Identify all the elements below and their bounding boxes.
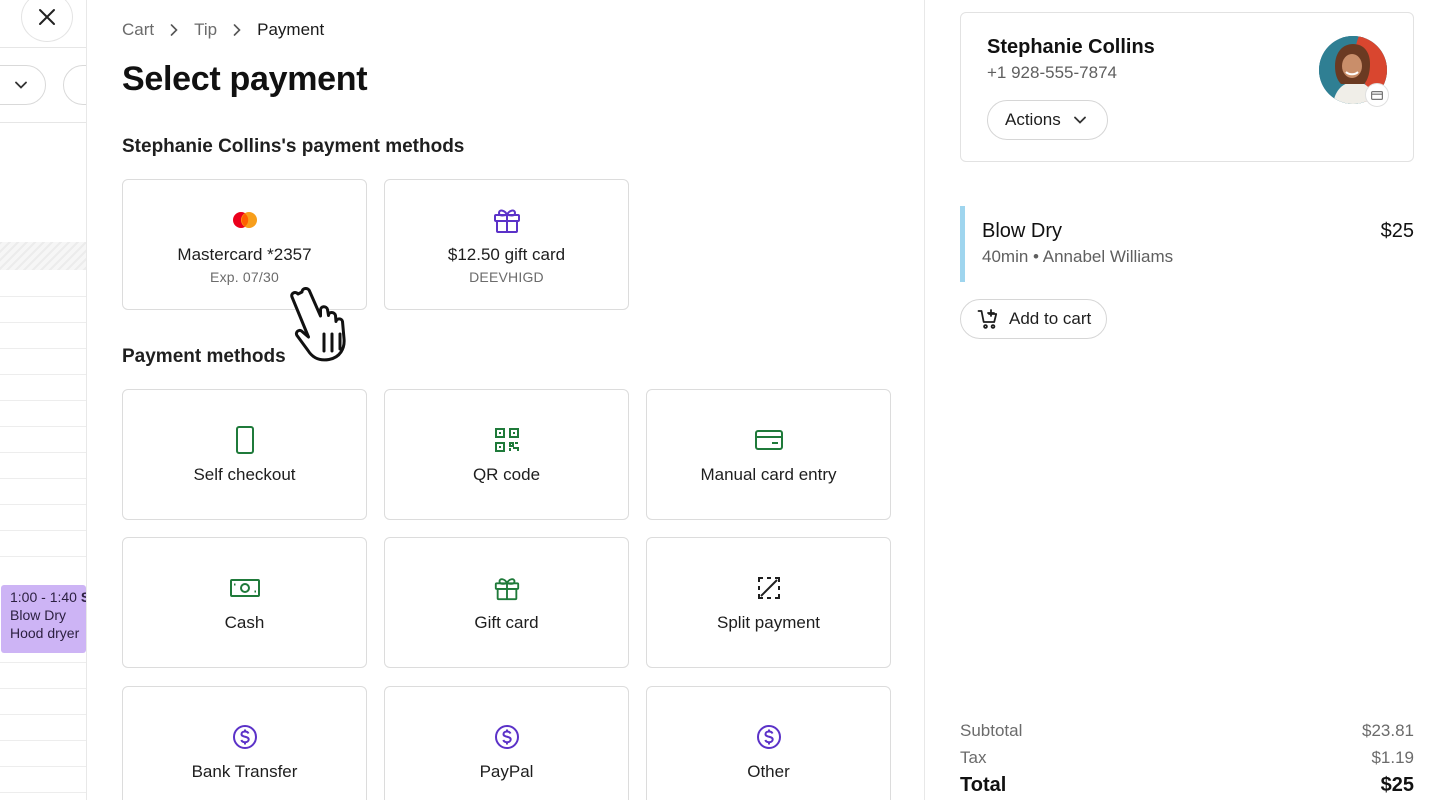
dollar-circle-icon xyxy=(231,721,259,753)
gift-icon xyxy=(493,572,521,604)
grid-line xyxy=(0,400,86,401)
manual-card-entry-option[interactable]: Manual card entry xyxy=(646,389,891,520)
actions-label: Actions xyxy=(1005,110,1061,129)
unavailable-time-block xyxy=(0,242,86,270)
other-option[interactable]: Other xyxy=(646,686,891,800)
grid-line xyxy=(0,426,86,427)
grid-line xyxy=(0,504,86,505)
card-on-file-icon xyxy=(1365,83,1389,107)
dollar-circle-icon xyxy=(493,721,521,753)
option-label: Bank Transfer xyxy=(191,762,298,781)
breadcrumb: Cart Tip Payment xyxy=(122,20,324,40)
total-row: Total $25 xyxy=(960,774,1414,797)
option-label: Manual card entry xyxy=(700,465,837,484)
total-value: $25 xyxy=(1380,774,1414,796)
dollar-circle-icon xyxy=(755,721,783,753)
qr-code-option[interactable]: QR code xyxy=(384,389,629,520)
option-label: Other xyxy=(747,762,790,781)
grid-line xyxy=(0,452,86,453)
grid-line xyxy=(0,662,86,663)
card-expiry: Exp. 07/30 xyxy=(210,269,279,285)
phone-icon xyxy=(235,424,255,456)
split-payment-icon xyxy=(756,572,782,604)
cart-item-meta: 40min • Annabel Williams xyxy=(982,247,1174,266)
paypal-option[interactable]: PayPal xyxy=(384,686,629,800)
saved-methods-title: Stephanie Collins's payment methods xyxy=(122,136,465,157)
grid-line xyxy=(0,792,86,793)
checkout-sidebar: Stephanie Collins +1 928-555-7874 Action… xyxy=(924,0,1440,800)
chevron-down-icon xyxy=(1073,116,1086,124)
divider xyxy=(0,47,86,48)
grid-line xyxy=(0,740,86,741)
grid-line xyxy=(0,530,86,531)
option-label: Gift card xyxy=(474,613,539,632)
cart-item-name: Blow Dry xyxy=(982,220,1063,242)
actions-dropdown-button[interactable]: Actions xyxy=(987,100,1108,140)
add-to-cart-button[interactable]: Add to cart xyxy=(960,299,1107,339)
grid-line xyxy=(0,478,86,479)
option-label: Self checkout xyxy=(193,465,296,484)
tax-value: $1.19 xyxy=(1371,748,1414,767)
add-cart-icon xyxy=(977,308,999,330)
chevron-right-icon xyxy=(170,24,178,36)
breadcrumb-tip[interactable]: Tip xyxy=(194,20,217,40)
qr-code-icon xyxy=(494,424,520,456)
tax-row: Tax $1.19 xyxy=(960,748,1414,768)
grid-line xyxy=(0,766,86,767)
payment-panel: Cart Tip Payment Select payment Stephani… xyxy=(86,0,924,800)
grid-line xyxy=(0,556,86,557)
option-label: Split payment xyxy=(717,613,820,632)
grid-line xyxy=(0,688,86,689)
gift-card-option[interactable]: Gift card xyxy=(384,537,629,668)
gift-icon xyxy=(492,204,522,236)
mastercard-icon xyxy=(231,204,259,236)
grid-line xyxy=(0,322,86,323)
grid-line xyxy=(0,348,86,349)
credit-card-icon xyxy=(754,424,784,456)
chevron-right-icon xyxy=(233,24,241,36)
chevron-down-icon xyxy=(15,81,27,89)
client-phone: +1 928-555-7874 xyxy=(987,63,1117,82)
cart-item-price: $25 xyxy=(1380,220,1414,242)
close-button[interactable] xyxy=(21,0,73,42)
grid-line xyxy=(0,714,86,715)
saved-gift-card[interactable]: $12.50 gift card DEEVHIGD xyxy=(384,179,629,310)
event-service: Blow Dry xyxy=(10,607,67,623)
gift-card-code: DEEVHIGD xyxy=(469,269,544,285)
close-icon xyxy=(39,9,55,25)
calendar-filter-button[interactable] xyxy=(63,65,86,105)
subtotal-row: Subtotal $23.81 xyxy=(960,721,1414,741)
client-card: Stephanie Collins +1 928-555-7874 Action… xyxy=(960,12,1414,162)
bank-transfer-option[interactable]: Bank Transfer xyxy=(122,686,367,800)
breadcrumb-payment: Payment xyxy=(257,20,325,39)
add-to-cart-label: Add to cart xyxy=(1009,309,1092,328)
calendar-event[interactable]: 1:00 - 1:40 S Blow Dry Hood dryer xyxy=(1,585,86,653)
option-label: PayPal xyxy=(479,762,534,781)
grid-line xyxy=(0,296,86,297)
grid-line xyxy=(0,374,86,375)
subtotal-label: Subtotal xyxy=(960,721,1023,740)
cart-item[interactable]: Blow Dry 40min • Annabel Williams $25 xyxy=(960,206,1414,282)
self-checkout-option[interactable]: Self checkout xyxy=(122,389,367,520)
background-calendar: 1:00 - 1:40 S Blow Dry Hood dryer xyxy=(0,0,86,800)
option-label: QR code xyxy=(472,465,541,484)
breadcrumb-cart[interactable]: Cart xyxy=(122,20,154,40)
payment-methods-title: Payment methods xyxy=(122,346,286,367)
split-payment-option[interactable]: Split payment xyxy=(646,537,891,668)
divider xyxy=(0,122,86,123)
gift-card-label: $12.50 gift card xyxy=(447,245,566,264)
client-name[interactable]: Stephanie Collins xyxy=(987,36,1155,59)
option-label: Cash xyxy=(224,613,265,632)
cash-icon xyxy=(229,572,261,604)
event-resource: Hood dryer xyxy=(10,625,80,641)
card-label: Mastercard *2357 xyxy=(177,245,312,264)
tax-label: Tax xyxy=(960,748,987,767)
subtotal-value: $23.81 xyxy=(1362,721,1414,740)
event-time: 1:00 - 1:40 xyxy=(10,589,77,605)
cash-option[interactable]: Cash xyxy=(122,537,367,668)
total-label: Total xyxy=(960,774,1007,796)
page-title: Select payment xyxy=(122,60,368,98)
calendar-dropdown[interactable] xyxy=(0,65,46,105)
hand-pointer-cursor-icon xyxy=(290,287,346,362)
